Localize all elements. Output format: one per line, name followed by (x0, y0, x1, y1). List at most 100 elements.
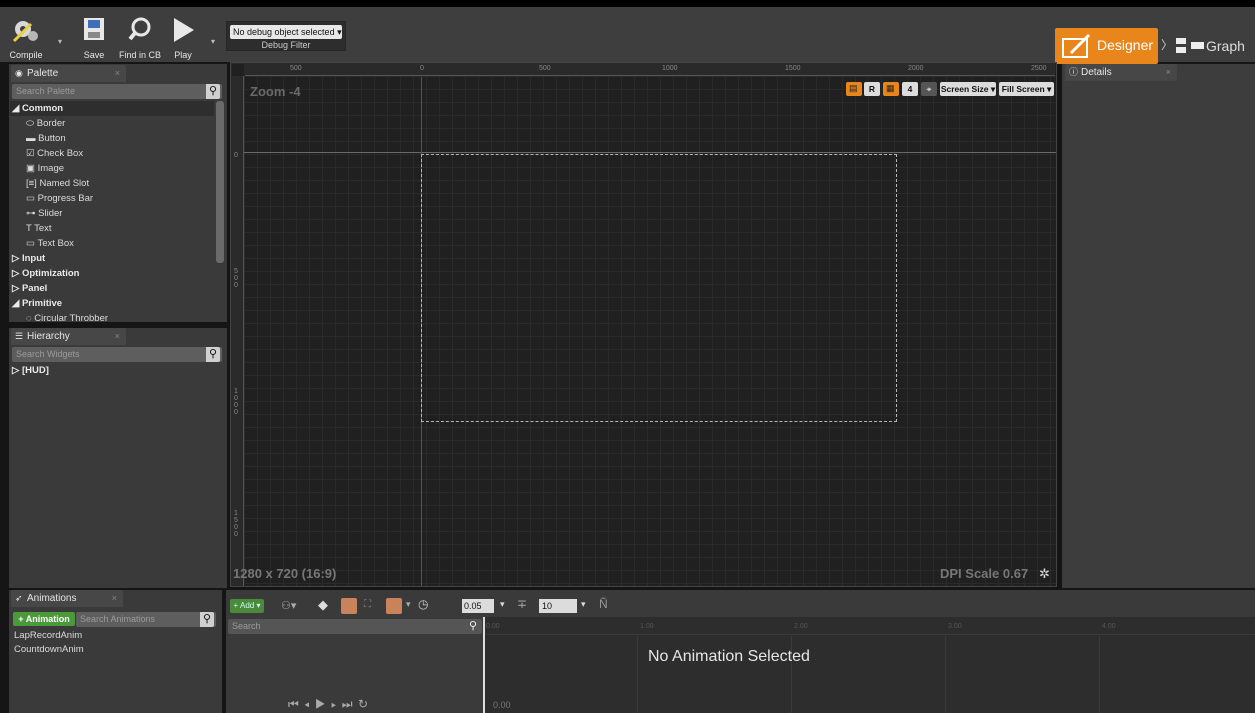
designer-label: Designer (1097, 37, 1154, 53)
tab-details[interactable]: ⓘ Details × (1065, 64, 1177, 81)
palette-category[interactable]: ▷ Optimization (12, 266, 79, 281)
time-tick: 0.00 (486, 623, 500, 630)
tab-palette[interactable]: ◉ Palette × (11, 65, 126, 82)
palette-widget-item[interactable]: ▭ Text Box (26, 236, 74, 251)
animation-icon: ➶ (15, 593, 23, 603)
fill-screen-dropdown[interactable]: Fill Screen ▾ (999, 82, 1054, 96)
time-tick: 1.00 (640, 623, 654, 630)
origin-axis-h (244, 152, 1056, 153)
hierarchy-icon: ☰ (15, 331, 24, 341)
jump-to-start-icon[interactable]: ⏮ (288, 697, 300, 711)
palette-widget-item[interactable]: [≡] Named Slot (26, 176, 89, 191)
screen-size-dropdown[interactable]: Screen Size ▾ (940, 82, 996, 96)
search-icon[interactable]: ⚲ (200, 612, 214, 627)
zoom-to-fit-button[interactable]: ⌖ (921, 82, 937, 96)
snap-icon[interactable]: ⛶ (364, 599, 371, 610)
snap-interval-input[interactable]: 0.05 (462, 599, 494, 613)
animation-list-item[interactable]: LapRecordAnim (14, 628, 82, 643)
key-options-icon[interactable]: ⚇▾ (281, 599, 296, 612)
frame-count-input[interactable]: 10 (539, 599, 577, 613)
palette-search-input[interactable]: Search Palette ⚲ (12, 84, 222, 99)
resolution-label: 1280 x 720 (16:9) (233, 566, 337, 581)
hierarchy-root-hud[interactable]: ▷ [HUD] (12, 363, 49, 378)
tab-animations[interactable]: ➶ Animations × (11, 590, 123, 607)
auto-key-toggle[interactable] (341, 598, 357, 614)
palette-category[interactable]: ◢ Primitive (12, 296, 62, 311)
graph-icon (1176, 38, 1204, 53)
palette-widget-item[interactable]: T Text (26, 221, 52, 236)
compile-dropdown-icon[interactable]: ▾ (58, 37, 62, 46)
palette-widget-item[interactable]: ⬭ Border (26, 116, 65, 131)
compile-label: Compile (9, 50, 43, 60)
end-time: 0.00 (493, 700, 511, 710)
time-gridline (945, 636, 946, 713)
ruler-label: 500 (234, 268, 238, 289)
layout-toggle-button[interactable]: ▤ (846, 82, 862, 96)
ruler-label: 500 (290, 65, 302, 72)
designer-mode-button[interactable]: Designer (1055, 28, 1158, 64)
palette-widget-item[interactable]: ◌ Circular Throbber (26, 311, 108, 321)
debug-object-select[interactable]: No debug object selected ▾ (230, 25, 342, 39)
ruler-label: 2000 (908, 65, 924, 72)
curve-editor-icon[interactable]: Ñ (599, 597, 608, 611)
hierarchy-search-input[interactable]: Search Widgets ⚲ (12, 347, 222, 362)
palette-widget-item[interactable]: ⊶ Slider (26, 206, 62, 221)
palette-widget-item[interactable]: ▬ Button (26, 131, 66, 146)
close-icon[interactable]: × (115, 328, 120, 345)
play-button[interactable]: Play (168, 14, 198, 62)
dpi-settings-gear-icon[interactable]: ✲ (1039, 566, 1050, 582)
respect-locks-button[interactable]: R (864, 82, 880, 96)
close-icon[interactable]: × (112, 590, 117, 607)
fit-icon: ⌖ (926, 84, 932, 94)
palette-widget-item[interactable]: ▭ Progress Bar (26, 191, 93, 206)
play-dropdown-icon[interactable]: ▾ (211, 37, 215, 46)
ruler-label: 0 (420, 65, 424, 72)
jump-to-end-icon[interactable]: ⏭ (342, 697, 354, 711)
details-tab-label: Details (1081, 67, 1112, 78)
animation-list-item[interactable]: CountdownAnim (14, 642, 84, 657)
dpi-scale-label: DPI Scale 0.67 (940, 566, 1029, 581)
animations-search-input[interactable]: Search Animations ⚲ (76, 612, 216, 627)
search-icon[interactable]: ⚲ (466, 619, 480, 634)
palette-category[interactable]: ▷ Panel (12, 281, 47, 296)
play-forward-icon[interactable]: ▶ (315, 697, 327, 711)
add-track-button[interactable]: + Add ▾ (230, 599, 264, 613)
hierarchy-tab-label: Hierarchy (27, 331, 70, 342)
ruler-label: 1500 (785, 65, 801, 72)
mode-separator-icon: 〉 (1161, 38, 1174, 52)
palette-widget-item[interactable]: ▣ Image (26, 161, 64, 176)
loop-icon[interactable]: ↻ (358, 697, 369, 711)
palette-category[interactable]: ◢ Common (10, 101, 214, 116)
step-forward-icon[interactable]: ▸ (331, 697, 337, 711)
graph-mode-button[interactable]: Graph (1173, 29, 1255, 63)
grid-snap-value[interactable]: 4 (902, 82, 918, 96)
no-animation-message: No Animation Selected (648, 648, 810, 665)
ruler-label: 1000 (234, 388, 238, 416)
step-back-icon[interactable]: ◂ (304, 697, 310, 711)
playhead[interactable] (483, 617, 485, 713)
palette-scrollbar[interactable] (216, 101, 224, 263)
add-key-icon[interactable]: ◆ (318, 597, 328, 613)
details-icon: ⓘ (1069, 67, 1079, 77)
find-in-cb-button[interactable]: Find in CB (115, 14, 165, 62)
frame-dropdown-icon[interactable]: ▾ (581, 599, 586, 610)
time-gridline (637, 636, 638, 713)
save-button[interactable]: Save (78, 14, 110, 62)
time-snap-toggle[interactable] (386, 598, 402, 614)
play-label: Play (174, 50, 192, 60)
tab-hierarchy[interactable]: ☰ Hierarchy × (11, 328, 126, 345)
palette-widget-item[interactable]: ☑ Check Box (26, 146, 83, 161)
grid-snap-toggle[interactable]: ▦ (883, 82, 899, 96)
palette-search-placeholder: Search Palette (16, 86, 76, 96)
palette-category[interactable]: ▷ Input (12, 251, 45, 266)
add-animation-button[interactable]: + Animation (13, 612, 75, 626)
snap-interval-dropdown-icon[interactable]: ▾ (500, 599, 505, 610)
palette-icon: ◉ (15, 68, 23, 78)
search-icon[interactable]: ⚲ (206, 347, 220, 362)
search-icon[interactable]: ⚲ (206, 84, 220, 99)
close-icon[interactable]: × (1166, 64, 1171, 81)
snap-dropdown-icon[interactable]: ▾ (406, 599, 411, 610)
close-icon[interactable]: × (115, 65, 120, 82)
track-search-input[interactable]: Search ⚲ (228, 619, 482, 634)
compile-button[interactable]: Compile (4, 14, 48, 62)
